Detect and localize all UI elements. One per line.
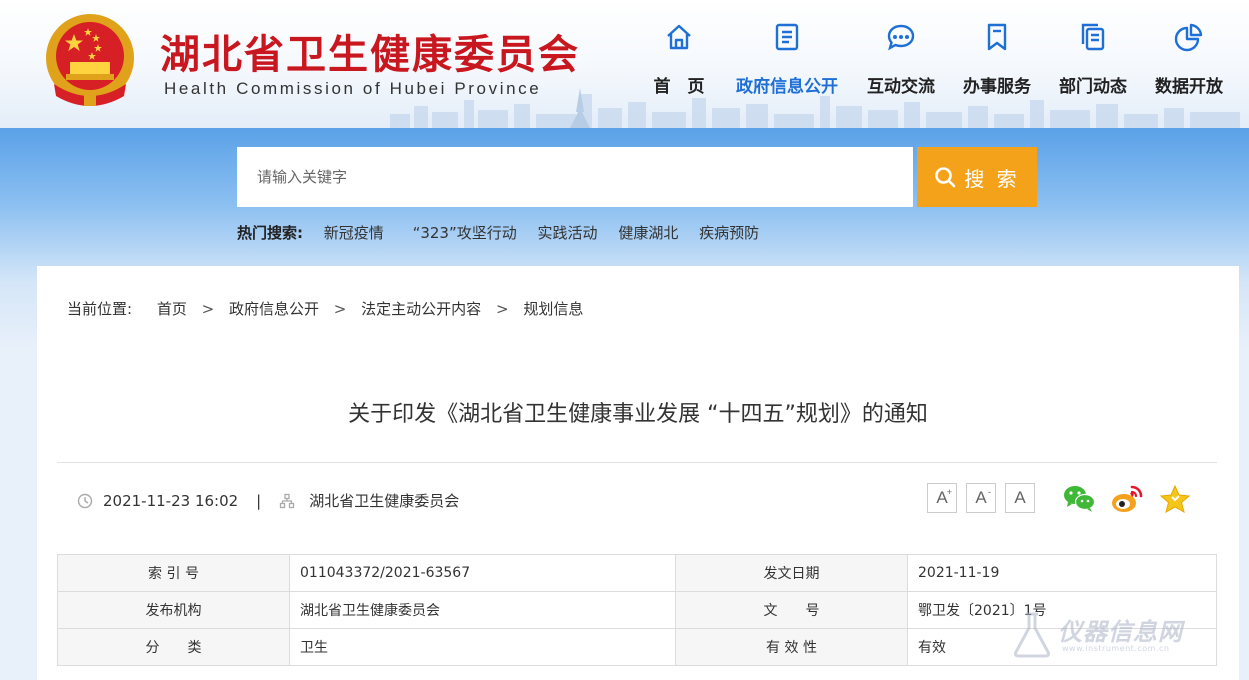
- nav-item-label: 数据开放: [1155, 77, 1223, 97]
- nav-item-label: 政府信息公开: [736, 77, 838, 97]
- font-size-controls: A + A- A: [927, 483, 1044, 513]
- national-emblem-logo: [46, 14, 134, 106]
- search-icon: [935, 167, 956, 188]
- info-value-index: 011043372/2021-63567: [289, 554, 676, 592]
- font-decrease-label: A: [975, 488, 987, 507]
- breadcrumb-item-home[interactable]: 首页: [157, 300, 187, 318]
- title-divider: [57, 462, 1217, 463]
- hot-search-term[interactable]: 实践活动: [538, 224, 598, 242]
- wechat-icon: [1064, 486, 1096, 512]
- info-key-issuer: 发布机构: [57, 591, 290, 629]
- font-reset-button[interactable]: A: [1005, 483, 1035, 513]
- nav-item-open-data[interactable]: 数据开放: [1134, 22, 1244, 97]
- breadcrumb-item-planning[interactable]: 规划信息: [523, 300, 583, 318]
- favorite-star-icon: [1159, 484, 1191, 514]
- share-wechat-button[interactable]: [1062, 483, 1096, 515]
- nav-item-gov-info[interactable]: 政府信息公开: [732, 22, 842, 97]
- hot-search-term[interactable]: 疾病预防: [699, 224, 759, 242]
- search-input[interactable]: [237, 147, 913, 207]
- info-key-category: 分 类: [57, 628, 290, 666]
- article-meta: 2021-11-23 16:02 | 湖北省卫生健康委员会: [77, 490, 459, 511]
- share-weibo-button[interactable]: [1110, 483, 1144, 515]
- organization-icon: [280, 493, 295, 508]
- search-button-label: 搜 索: [964, 166, 1020, 191]
- nav-item-dept-news[interactable]: 部门动态: [1038, 22, 1148, 97]
- chat-dots-icon: [893, 35, 909, 39]
- site-subtitle: Health Commission of Hubei Province: [164, 79, 542, 98]
- clock-icon: [77, 493, 93, 508]
- article-title: 关于印发《湖北省卫生健康事业发展 “十四五”规划》的通知: [348, 402, 928, 427]
- breadcrumb-item-statutory[interactable]: 法定主动公开内容: [361, 300, 481, 318]
- hot-search-label: 热门搜索:: [237, 224, 303, 242]
- main-nav: 首 页 政府信息公开 互动交流 办事服务 部门动态 数据开放: [632, 22, 1244, 102]
- breadcrumb-label: 当前位置:: [67, 300, 133, 318]
- nav-item-home[interactable]: 首 页: [624, 22, 734, 97]
- info-value-category: 卫生: [289, 628, 676, 666]
- nav-item-label: 互动交流: [867, 77, 935, 97]
- breadcrumb-separator: >: [333, 300, 347, 318]
- copy-document-icon: [1081, 23, 1105, 51]
- font-decrease-button[interactable]: A-: [966, 483, 996, 513]
- hot-search-term[interactable]: 健康湖北: [618, 224, 678, 242]
- info-value-issue-date: 2021-11-19: [907, 554, 1217, 592]
- info-value-issuer: 湖北省卫生健康委员会: [289, 591, 676, 629]
- document-list-icon: [775, 23, 799, 51]
- publisher-name: 湖北省卫生健康委员会: [309, 492, 460, 510]
- breadcrumb: 当前位置: 首页 > 政府信息公开 > 法定主动公开内容 > 规划信息: [67, 298, 583, 319]
- watermark-text: 仪器信息网: [1058, 618, 1183, 646]
- table-row: 索 引 号 011043372/2021-63567 发文日期 2021-11-…: [57, 554, 1217, 592]
- hot-search: 热门搜索: 新冠疫情 “323”攻坚行动 实践活动 健康湖北 疾病预防: [237, 222, 759, 243]
- nav-item-label: 部门动态: [1059, 77, 1127, 97]
- share-buttons: [1062, 483, 1206, 515]
- publish-datetime: 2021-11-23 16:02: [103, 491, 239, 510]
- watermark-url: www.instrument.com.cn: [1062, 644, 1170, 653]
- info-key-index: 索 引 号: [57, 554, 290, 592]
- watermark: 仪器信息网 www.instrument.com.cn: [1010, 608, 1240, 668]
- weibo-icon: [1112, 485, 1143, 512]
- site-title: 湖北省卫生健康委员会: [160, 31, 580, 78]
- pie-chart-icon: [1174, 23, 1203, 52]
- breadcrumb-separator: >: [495, 300, 509, 318]
- meta-separator: |: [256, 491, 262, 510]
- breadcrumb-separator: >: [201, 300, 215, 318]
- site-header: 湖北省卫生健康委员会 Health Commission of Hubei Pr…: [0, 0, 1249, 128]
- home-icon: [667, 24, 691, 50]
- nav-item-services[interactable]: 办事服务: [942, 22, 1052, 97]
- search-button[interactable]: 搜 索: [917, 147, 1037, 207]
- nav-item-label: 首 页: [653, 77, 705, 97]
- info-key-doc-number: 文 号: [675, 591, 908, 629]
- info-key-validity: 有 效 性: [675, 628, 908, 666]
- info-key-issue-date: 发文日期: [675, 554, 908, 592]
- bookmark-icon: [987, 23, 1007, 51]
- nav-item-label: 办事服务: [963, 77, 1031, 97]
- font-increase-button[interactable]: A +: [927, 483, 957, 513]
- breadcrumb-item-gov-info[interactable]: 政府信息公开: [229, 300, 319, 318]
- font-reset-label: A: [1014, 488, 1026, 507]
- favorite-button[interactable]: [1158, 483, 1192, 515]
- nav-item-interaction[interactable]: 互动交流: [846, 22, 956, 97]
- hot-search-term[interactable]: 新冠疫情: [324, 224, 384, 242]
- watermark-flask-icon: [1013, 612, 1051, 658]
- hot-search-term[interactable]: “323”攻坚行动: [413, 224, 517, 242]
